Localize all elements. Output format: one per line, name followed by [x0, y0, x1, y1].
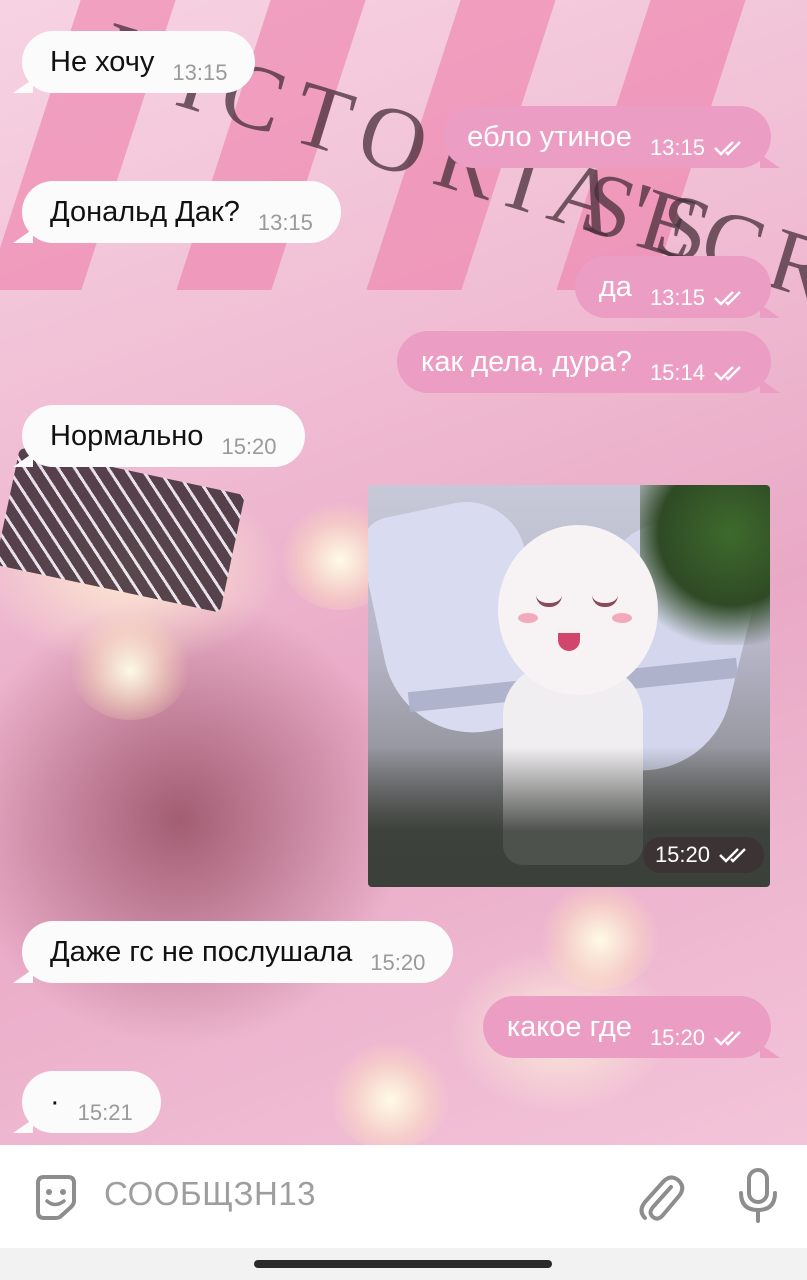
message-time: 13:15 — [649, 135, 705, 160]
message-incoming[interactable]: Не хочу 13:15 — [12, 31, 256, 93]
message-text: да — [598, 270, 632, 303]
double-check-icon — [713, 139, 747, 157]
paperclip-icon[interactable] — [635, 1169, 685, 1230]
message-text: Нормально — [50, 419, 204, 452]
message-time: 15:14 — [649, 360, 705, 385]
message-time: 15:20 — [370, 950, 426, 975]
message-time: 13:15 — [172, 60, 228, 85]
message-outgoing[interactable]: как дела, дура? 15:14 — [397, 331, 780, 393]
message-incoming[interactable]: Дональд Дак? 13:15 — [13, 181, 341, 243]
double-check-icon — [713, 1029, 747, 1047]
image-message[interactable]: 15:20 — [368, 485, 770, 887]
message-outgoing[interactable]: да 13:15 — [574, 256, 781, 318]
message-text: Даже гс не послушала — [50, 935, 353, 968]
message-time: 13:15 — [649, 285, 705, 310]
message-outgoing[interactable]: ебло утиное 13:15 — [443, 106, 780, 168]
sticker-emoji-icon[interactable] — [30, 1171, 82, 1228]
image-time-badge: 15:20 — [642, 837, 764, 873]
message-time: 15:21 — [77, 1100, 133, 1125]
message-incoming[interactable]: Даже гс не послушала 15:20 — [12, 921, 454, 983]
home-gesture-bar[interactable] — [254, 1260, 552, 1268]
message-incoming[interactable]: · 15:21 — [13, 1071, 161, 1133]
message-time: 15:20 — [649, 1025, 705, 1050]
message-outgoing[interactable]: какое где 15:20 — [482, 996, 781, 1058]
message-time: 15:20 — [221, 434, 277, 459]
message-text: ебло утиное — [467, 120, 632, 153]
system-navigation-bar — [0, 1248, 807, 1280]
double-check-icon — [713, 364, 747, 382]
double-check-icon — [713, 289, 747, 307]
message-text: Не хочу — [50, 45, 155, 78]
message-input[interactable]: СООБЩЗН13 — [104, 1175, 316, 1213]
message-time: 13:15 — [257, 210, 313, 235]
double-check-icon — [718, 846, 752, 864]
microphone-icon[interactable] — [736, 1167, 780, 1230]
message-text: Дональд Дак? — [50, 195, 240, 228]
message-incoming[interactable]: Нормально 15:20 — [13, 405, 305, 467]
message-text: · — [50, 1085, 60, 1118]
message-list[interactable]: Не хочу 13:15 ебло утиное 13:15 Дональд … — [0, 0, 807, 1145]
message-text: как дела, дура? — [421, 345, 632, 378]
message-time: 15:20 — [654, 842, 710, 867]
message-composer: СООБЩЗН13 — [0, 1145, 807, 1248]
message-text: какое где — [506, 1010, 632, 1043]
